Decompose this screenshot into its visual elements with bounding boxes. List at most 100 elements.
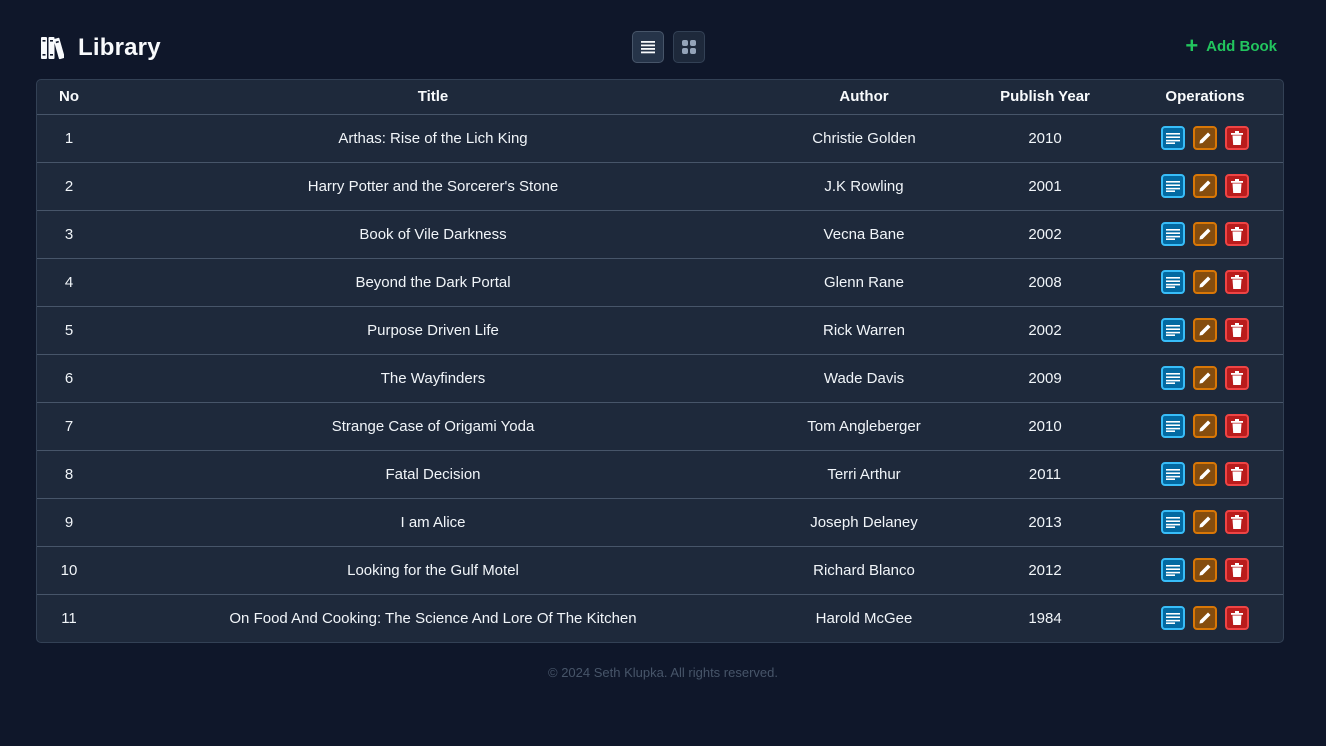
edit-button[interactable]	[1193, 270, 1217, 294]
cell-operations	[1127, 497, 1283, 546]
delete-button[interactable]	[1225, 606, 1249, 631]
table-row: 6 The Wayfinders Wade Davis 2009	[37, 353, 1283, 402]
cell-year: 2010	[1028, 129, 1062, 147]
view-details-button[interactable]	[1161, 606, 1185, 631]
cell-author: Christie Golden	[812, 129, 916, 147]
delete-button[interactable]	[1225, 414, 1249, 438]
delete-button[interactable]	[1225, 366, 1249, 390]
view-details-button[interactable]	[1161, 126, 1185, 150]
pencil-icon	[1199, 420, 1211, 432]
cell-title: Fatal Decision	[101, 449, 765, 498]
trash-icon	[1231, 419, 1243, 433]
cell-author: Rick Warren	[765, 305, 963, 354]
cell-year: 2002	[963, 305, 1127, 354]
view-details-button[interactable]	[1161, 462, 1185, 486]
pencil-icon	[1199, 372, 1211, 384]
cell-author: Terri Arthur	[765, 449, 963, 498]
edit-button[interactable]	[1193, 126, 1217, 150]
pencil-icon	[1199, 132, 1211, 144]
details-icon	[1166, 421, 1180, 432]
edit-button[interactable]	[1193, 174, 1217, 198]
list-view-icon	[641, 41, 655, 54]
column-header-publish-year: Publish Year	[963, 80, 1127, 115]
cell-no: 4	[37, 257, 101, 306]
cell-title: On Food And Cooking: The Science And Lor…	[101, 593, 765, 642]
delete-button[interactable]	[1225, 318, 1249, 342]
view-details-button[interactable]	[1161, 318, 1185, 342]
list-view-button[interactable]	[632, 31, 664, 63]
view-details-button[interactable]	[1161, 270, 1185, 294]
edit-button[interactable]	[1193, 606, 1217, 631]
delete-button[interactable]	[1225, 462, 1249, 486]
details-icon	[1166, 229, 1180, 240]
cell-no: 11	[37, 593, 101, 642]
cell-title: Strange Case of Origami Yoda	[101, 401, 765, 450]
add-book-button[interactable]: + Add Book	[1185, 35, 1277, 57]
table-row: 8 Fatal Decision Terri Arthur 2011	[37, 449, 1283, 498]
delete-button[interactable]	[1225, 222, 1249, 246]
view-details-button[interactable]	[1161, 414, 1185, 438]
details-icon	[1166, 565, 1180, 576]
view-details-button[interactable]	[1161, 510, 1185, 534]
edit-button[interactable]	[1193, 222, 1217, 246]
cell-no: 7	[37, 401, 101, 450]
delete-button[interactable]	[1225, 558, 1249, 582]
cell-no: 9	[37, 497, 101, 546]
pencil-icon	[1199, 276, 1211, 288]
edit-button[interactable]	[1193, 414, 1217, 438]
grid-view-button[interactable]	[673, 31, 705, 63]
cell-operations	[1127, 353, 1283, 402]
pencil-icon	[1199, 516, 1211, 528]
cell-year: 1984	[963, 593, 1127, 642]
page-title: Library	[78, 34, 161, 61]
cell-title: The Wayfinders	[101, 353, 765, 402]
delete-button[interactable]	[1225, 174, 1249, 198]
cell-title: Arthas: Rise of the Lich King	[338, 129, 528, 147]
view-details-button[interactable]	[1161, 366, 1185, 390]
cell-year: 2008	[963, 257, 1127, 306]
view-details-button[interactable]	[1161, 222, 1185, 246]
column-header-operations: Operations	[1127, 80, 1283, 115]
edit-button[interactable]	[1193, 366, 1217, 390]
pencil-icon	[1199, 564, 1211, 576]
details-icon	[1166, 133, 1180, 144]
cell-author: Vecna Bane	[765, 209, 963, 258]
cell-operations	[1127, 209, 1283, 258]
delete-button[interactable]	[1225, 270, 1249, 294]
footer-copyright: © 2024 Seth Klupka. All rights reserved.	[548, 665, 778, 680]
cell-year: 2012	[963, 545, 1127, 594]
pencil-icon	[1199, 228, 1211, 240]
books-icon	[41, 37, 64, 60]
cell-operations	[1127, 545, 1283, 594]
edit-button[interactable]	[1193, 462, 1217, 486]
cell-operations	[1127, 449, 1283, 498]
add-book-label: Add Book	[1206, 37, 1277, 55]
trash-icon	[1231, 227, 1243, 241]
view-details-button[interactable]	[1161, 174, 1185, 198]
details-icon	[1166, 613, 1180, 625]
cell-year: 2010	[963, 401, 1127, 450]
edit-button[interactable]	[1193, 318, 1217, 342]
grid-view-icon	[682, 40, 696, 54]
cell-no: 1	[64, 129, 74, 147]
pencil-icon	[1199, 324, 1211, 336]
edit-button[interactable]	[1193, 510, 1217, 534]
cell-no: 2	[37, 161, 101, 210]
cell-no: 10	[37, 545, 101, 594]
edit-button[interactable]	[1193, 558, 1217, 582]
column-header-author: Author	[765, 80, 963, 115]
cell-year: 2001	[963, 161, 1127, 210]
details-icon	[1166, 517, 1180, 528]
trash-icon	[1231, 515, 1243, 529]
cell-title: Looking for the Gulf Motel	[101, 545, 765, 594]
cell-operations	[1127, 257, 1283, 306]
trash-icon	[1231, 275, 1243, 289]
table-row: 3 Book of Vile Darkness Vecna Bane 2002	[37, 209, 1283, 258]
delete-button[interactable]	[1225, 510, 1249, 534]
view-details-button[interactable]	[1161, 558, 1185, 582]
cell-author: Joseph Delaney	[765, 497, 963, 546]
table-row: 2 Harry Potter and the Sorcerer's Stone …	[37, 161, 1283, 210]
details-icon	[1166, 469, 1180, 480]
delete-button[interactable]	[1225, 126, 1249, 150]
table-row: 10 Looking for the Gulf Motel Richard Bl…	[37, 545, 1283, 594]
